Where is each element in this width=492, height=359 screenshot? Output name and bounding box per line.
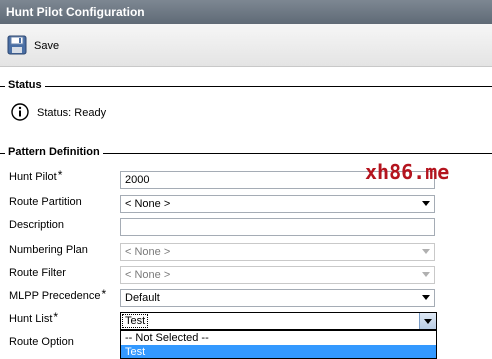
- required-marker: *: [53, 310, 59, 324]
- mlpp-precedence-label: MLPP Precedence*: [9, 287, 107, 302]
- hunt-list-select[interactable]: Test: [120, 312, 437, 330]
- info-icon: [11, 103, 29, 121]
- route-partition-select[interactable]: < None >: [120, 195, 435, 213]
- toolbar: Save: [0, 24, 492, 67]
- hunt-list-label: Hunt List*: [9, 310, 59, 325]
- hunt-pilot-label: Hunt Pilot*: [9, 168, 63, 183]
- window-title: Hunt Pilot Configuration: [6, 5, 145, 19]
- hunt-list-dropdown[interactable]: -- Not Selected -- Test: [120, 330, 437, 359]
- route-filter-select: < None >: [120, 266, 435, 284]
- dropdown-option-test[interactable]: Test: [121, 345, 436, 358]
- chevron-down-icon: [424, 319, 432, 324]
- chevron-down-icon: [422, 249, 430, 254]
- chevron-down-icon: [422, 201, 430, 206]
- window-title-bar: Hunt Pilot Configuration: [0, 0, 492, 24]
- route-option-label: Route Option: [9, 336, 74, 348]
- status-section-divider: [0, 86, 492, 87]
- save-button[interactable]: Save: [34, 40, 59, 52]
- status-section-title: Status: [5, 79, 45, 91]
- route-filter-label: Route Filter: [9, 267, 66, 279]
- floppy-disk-icon[interactable]: [7, 35, 27, 55]
- required-marker: *: [101, 287, 107, 301]
- dropdown-button[interactable]: [419, 313, 436, 329]
- watermark: xh86.me: [365, 160, 450, 184]
- numbering-plan-select: < None >: [120, 243, 435, 261]
- status-text: Status: Ready: [37, 107, 107, 119]
- numbering-plan-label: Numbering Plan: [9, 244, 88, 256]
- dropdown-option-not-selected[interactable]: -- Not Selected --: [121, 331, 436, 345]
- description-input[interactable]: [120, 218, 435, 236]
- chevron-down-icon: [422, 295, 430, 300]
- description-label: Description: [9, 219, 65, 231]
- mlpp-precedence-select[interactable]: Default: [120, 289, 435, 307]
- pattern-section-title: Pattern Definition: [5, 146, 103, 158]
- chevron-down-icon: [422, 272, 430, 277]
- route-partition-label: Route Partition: [9, 196, 82, 208]
- required-marker: *: [57, 168, 63, 182]
